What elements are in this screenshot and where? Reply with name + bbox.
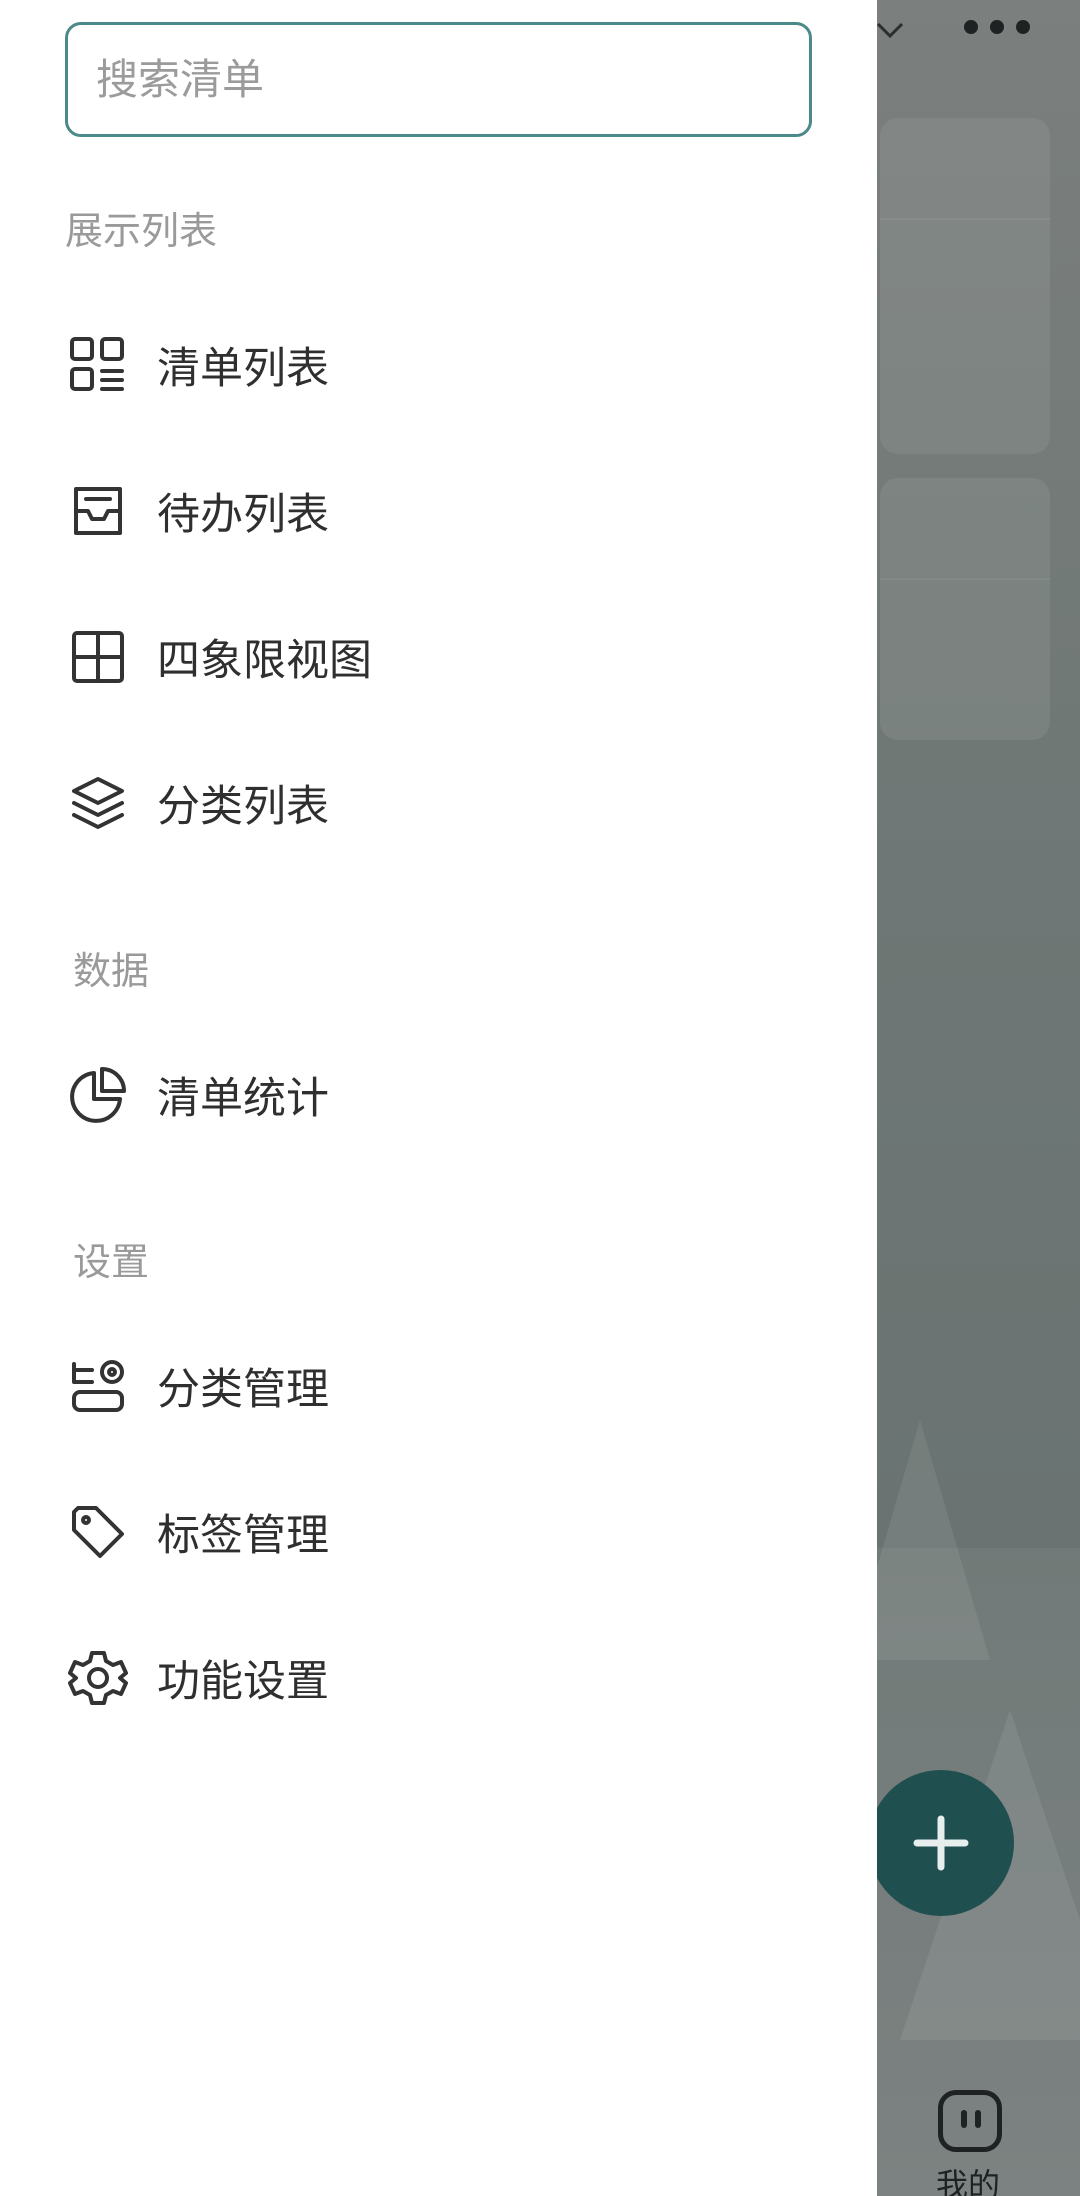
menu-item-label: 标签管理 — [157, 1511, 329, 1561]
menu-item-category-list[interactable]: 分类列表 — [65, 748, 825, 858]
background-card — [880, 478, 1050, 740]
menu-item-tag-manage[interactable]: 标签管理 — [65, 1477, 825, 1587]
grid-list-icon — [65, 332, 131, 398]
background-divider — [880, 218, 1050, 220]
navigation-drawer: 展示列表 清单列表 待办列表 四象限视图 分类列表 数据 清单统计 设置 — [0, 0, 877, 2196]
chevron-down-icon[interactable] — [872, 18, 908, 42]
background-card — [880, 118, 1050, 454]
menu-item-quadrant-view[interactable]: 四象限视图 — [65, 602, 825, 712]
menu-item-category-manage[interactable]: 分类管理 — [65, 1331, 825, 1441]
menu-item-label: 功能设置 — [157, 1657, 329, 1707]
section-title-display: 展示列表 — [65, 209, 218, 253]
menu-item-label: 分类列表 — [157, 782, 329, 832]
quadrant-icon — [65, 624, 131, 690]
bottom-nav-mine-label[interactable]: 我的 — [936, 2160, 1000, 2196]
tag-icon — [65, 1499, 131, 1565]
category-manage-icon — [65, 1353, 131, 1419]
layers-icon — [65, 770, 131, 836]
menu-item-feature-settings[interactable]: 功能设置 — [65, 1623, 825, 1733]
menu-item-label: 清单统计 — [157, 1074, 329, 1124]
menu-item-label: 分类管理 — [157, 1365, 329, 1415]
search-input[interactable] — [65, 22, 812, 137]
more-options-icon[interactable] — [964, 12, 1034, 42]
profile-face-icon[interactable] — [938, 2090, 1002, 2152]
menu-item-todo-list[interactable]: 待办列表 — [65, 456, 825, 566]
inbox-icon — [65, 478, 131, 544]
add-fab-button[interactable] — [868, 1770, 1014, 1916]
menu-item-label: 四象限视图 — [157, 636, 372, 686]
section-title-settings: 设置 — [73, 1240, 150, 1284]
section-title-data: 数据 — [73, 949, 150, 993]
gear-icon — [65, 1645, 131, 1711]
plus-icon — [913, 1815, 969, 1871]
pie-chart-icon — [65, 1062, 131, 1128]
menu-item-label: 清单列表 — [157, 344, 329, 394]
background-divider — [880, 578, 1050, 580]
menu-item-list-view[interactable]: 清单列表 — [65, 310, 825, 420]
menu-item-label: 待办列表 — [157, 490, 329, 540]
menu-item-statistics[interactable]: 清单统计 — [65, 1040, 825, 1150]
